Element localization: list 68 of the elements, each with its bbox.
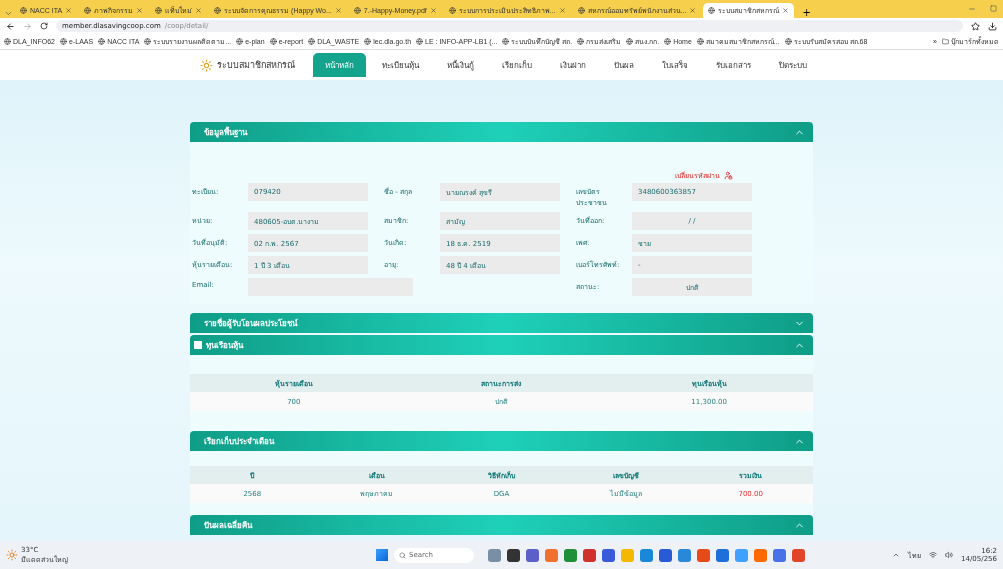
globe-icon [664, 38, 672, 45]
maximize-icon[interactable] [990, 5, 997, 12]
nav-tab[interactable]: เงินฝาก [548, 58, 598, 72]
section-title: ทุนเรือนหุ้น [206, 339, 245, 352]
section-title: ปันผลเฉลี่ยคืน [204, 519, 254, 532]
globe-icon [708, 7, 716, 14]
globe-icon [364, 38, 372, 45]
globe-icon [696, 38, 704, 45]
nav-tab[interactable]: ปันผล [602, 58, 646, 72]
back-icon[interactable] [6, 21, 15, 31]
section-title: เรียกเก็บประจำเดือน [204, 435, 276, 448]
globe-icon [416, 38, 424, 45]
close-icon[interactable] [429, 7, 437, 14]
globe-icon [269, 38, 277, 45]
globe-icon [784, 38, 792, 45]
globe-icon [353, 7, 361, 14]
close-icon[interactable] [689, 7, 697, 14]
nav-tab[interactable]: เรียกเก็บ [490, 58, 544, 72]
search-icon [399, 551, 406, 559]
globe-icon [84, 7, 92, 14]
close-icon[interactable] [195, 7, 203, 14]
globe-icon [4, 38, 11, 45]
globe-icon [448, 7, 456, 14]
globe-icon [502, 38, 510, 45]
globe-icon [155, 7, 163, 14]
nav-tab[interactable]: หนี้เงินกู้ [435, 58, 486, 72]
site-logo[interactable]: ระบบสมาชิกสหกรณ์ [200, 58, 295, 72]
globe-icon [144, 38, 152, 45]
app-icon[interactable] [602, 548, 615, 562]
app-icon[interactable] [659, 548, 672, 562]
forward-icon[interactable] [23, 21, 32, 31]
start-icon[interactable] [376, 549, 388, 561]
minimize-icon[interactable] [968, 5, 976, 13]
close-icon[interactable] [782, 7, 790, 14]
globe-icon [60, 38, 68, 45]
download-icon[interactable] [988, 21, 997, 31]
reload-icon[interactable] [40, 22, 48, 30]
tab-list-icon[interactable] [4, 9, 13, 18]
globe-icon [626, 38, 634, 45]
checkbox[interactable] [194, 341, 202, 349]
globe-icon [236, 38, 244, 45]
globe-icon [98, 38, 106, 45]
globe-icon [308, 38, 316, 45]
volume-icon[interactable] [945, 551, 954, 559]
nav-tab[interactable]: ทะเบียนหุ้น [370, 58, 431, 72]
star-icon[interactable] [971, 21, 980, 31]
user-lock-icon[interactable] [724, 171, 733, 180]
weather-icon[interactable] [6, 549, 18, 561]
nav-tab[interactable]: ปิดระบบ [767, 58, 819, 72]
close-icon[interactable] [65, 7, 73, 14]
nav-tab[interactable]: รับเอกสาร [704, 58, 763, 72]
wifi-icon[interactable] [929, 551, 938, 559]
globe-icon [577, 7, 585, 14]
new-tab-button[interactable]: + [796, 7, 817, 18]
globe-icon [214, 7, 222, 14]
folder-icon [942, 38, 949, 45]
app-icon[interactable] [526, 548, 539, 562]
close-icon[interactable] [334, 7, 342, 14]
section-title: รายชื่อผู้รับโอนผลประโยชน์ [204, 317, 299, 330]
globe-icon [20, 7, 27, 14]
app-icon[interactable] [507, 548, 520, 562]
close-icon[interactable] [558, 7, 566, 14]
globe-icon [577, 38, 585, 45]
tray-chevron-icon[interactable] [892, 551, 901, 559]
sun-logo-icon [200, 58, 213, 72]
nav-tab[interactable]: ใบเสร็จ [650, 58, 700, 72]
close-icon[interactable] [136, 7, 144, 14]
section-title: ข้อมูลพื้นฐาน [204, 125, 249, 139]
